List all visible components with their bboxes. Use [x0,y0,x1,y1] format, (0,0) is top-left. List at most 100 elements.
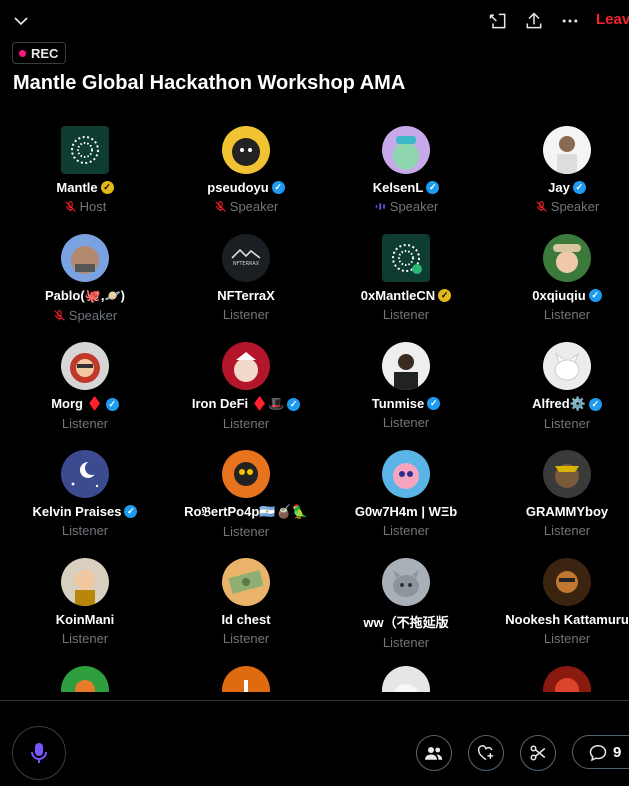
avatar[interactable] [61,342,109,390]
participant-name: KelsenL [372,180,424,195]
avatar[interactable] [222,666,270,692]
scissors-icon [530,745,546,761]
avatar[interactable] [382,342,430,390]
clip-button[interactable] [520,735,556,771]
avatar[interactable] [222,450,270,498]
avatar[interactable] [382,666,430,692]
participant-card[interactable]: Kelvin Praises ✓ Listener [5,450,165,550]
participant-card[interactable]: Tunmise ✓ Listener [326,342,486,442]
participant-card[interactable]: 0xMantleCN ✓ Listener [326,234,486,334]
participant-role: Listener [382,307,430,322]
avatar[interactable] [61,558,109,606]
participant-name-row: Ro𝔅ertPo4p🇦🇷🧉🦜 [184,504,308,520]
avatar[interactable] [382,234,430,282]
avatar[interactable] [543,450,591,498]
space-title: Mantle Global Hackathon Workshop AMA [13,72,406,94]
avatar[interactable] [61,666,109,692]
participant-role-row: Listener [544,523,590,538]
participant-name: Morg ♦️ [51,396,103,411]
participant-role-row: Listener [383,415,429,430]
participant-role-row: Listener [223,416,269,431]
participant-card[interactable]: Alfred⚙️ ✓ Listener [487,342,629,442]
participant-role-row: Listener [383,307,429,322]
participant-card[interactable]: GRAMMYboy Listener [487,450,629,550]
participant-name: ww（不拖延版 [363,615,449,630]
avatar[interactable] [382,558,430,606]
participant-name: Alfred⚙️ [532,396,586,411]
participant-card-partial[interactable] [487,666,629,692]
participant-role: Speaker [68,308,118,323]
share-icon[interactable] [523,10,545,32]
participant-card[interactable]: Id chest Listener [166,558,326,658]
avatar[interactable] [382,450,430,498]
participant-name-row: G0w7H4m | WΞb [355,504,457,519]
participant-name-row: Jay ✓ [548,180,586,195]
participant-card[interactable]: Iron DeFi ♦️🎩 ✓ Listener [166,342,326,442]
participant-name: Pablo(🐙,🪐) [44,288,126,303]
participant-name-row: KoinMani [56,612,115,627]
participant-name: NFTerraX [217,288,275,303]
avatar[interactable] [222,342,270,390]
participant-card[interactable]: NFTERRAX NFTerraX Listener [166,234,326,334]
avatar[interactable] [222,126,270,174]
gold-verified-badge-icon: ✓ [100,181,114,194]
participant-card[interactable]: ww（不拖延版 Listener [326,558,486,658]
avatar[interactable] [61,126,109,174]
participant-name: 0xqiuqiu [532,288,586,303]
avatar[interactable] [61,234,109,282]
participant-name: 0xMantleCN [360,288,436,303]
participant-role-row: Listener [544,631,590,646]
participant-card-partial[interactable] [5,666,165,692]
participant-card[interactable]: Jay ✓ Speaker [487,126,629,226]
avatar[interactable] [61,450,109,498]
participant-card[interactable]: Nookesh Kattamuru Listener [487,558,629,658]
participant-role-row: Host [64,199,107,214]
participant-name-row: Nookesh Kattamuru [505,612,629,627]
participant-card-partial[interactable] [166,666,326,692]
participant-role-row: Listener [223,631,269,646]
participant-name: Id chest [221,612,271,627]
add-reaction-button[interactable] [468,735,504,771]
avatar[interactable] [543,666,591,692]
avatar[interactable] [543,234,591,282]
people-button[interactable] [416,735,452,771]
participant-card[interactable]: Mantle ✓ Host [5,126,165,226]
avatar[interactable] [543,558,591,606]
avatar[interactable] [543,126,591,174]
participant-card[interactable]: 0xqiuqiu ✓ Listener [487,234,629,334]
participant-role-row: Listener [383,635,429,650]
microphone-button[interactable] [12,726,66,780]
participant-card[interactable]: G0w7H4m | WΞb Listener [326,450,486,550]
participant-card[interactable]: Ro𝔅ertPo4p🇦🇷🧉🦜 Listener [166,450,326,550]
participant-role: Host [79,199,107,214]
participant-card[interactable]: pseudoyu ✓ Speaker [166,126,326,226]
avatar[interactable] [382,126,430,174]
participant-role-row: Listener [544,307,590,322]
avatar[interactable]: NFTERRAX [222,234,270,282]
dock-window-icon[interactable] [487,10,509,32]
verified-badge-icon: ✓ [105,397,119,411]
more-options-icon[interactable] [559,10,581,32]
participant-name-row: Mantle ✓ [56,180,114,195]
gold-verified-badge-icon: ✓ [438,289,452,302]
participant-card[interactable]: KelsenL ✓ Speaker [326,126,486,226]
verified-badge-icon: ✓ [426,181,440,194]
participant-card[interactable]: KoinMani Listener [5,558,165,658]
replies-button[interactable]: 9 [572,735,629,769]
participant-role: Listener [61,631,109,646]
participant-role: Speaker [389,199,439,214]
chat-bubble-icon [589,744,607,761]
participant-card-partial[interactable] [326,666,486,692]
participant-role: Listener [543,523,591,538]
avatar[interactable] [222,558,270,606]
participant-role: Listener [61,416,109,431]
collapse-chevron-icon[interactable] [10,10,32,32]
participant-name: Jay [548,180,570,195]
avatar[interactable] [543,342,591,390]
participant-card[interactable]: Pablo(🐙,🪐) Speaker [5,234,165,334]
participant-card[interactable]: Morg ♦️ ✓ Listener [5,342,165,442]
leave-button[interactable]: Leave [596,11,629,28]
participant-name-row: Tunmise ✓ [372,396,441,411]
recording-dot-icon [19,49,26,57]
participant-name: Tunmise [371,396,425,411]
